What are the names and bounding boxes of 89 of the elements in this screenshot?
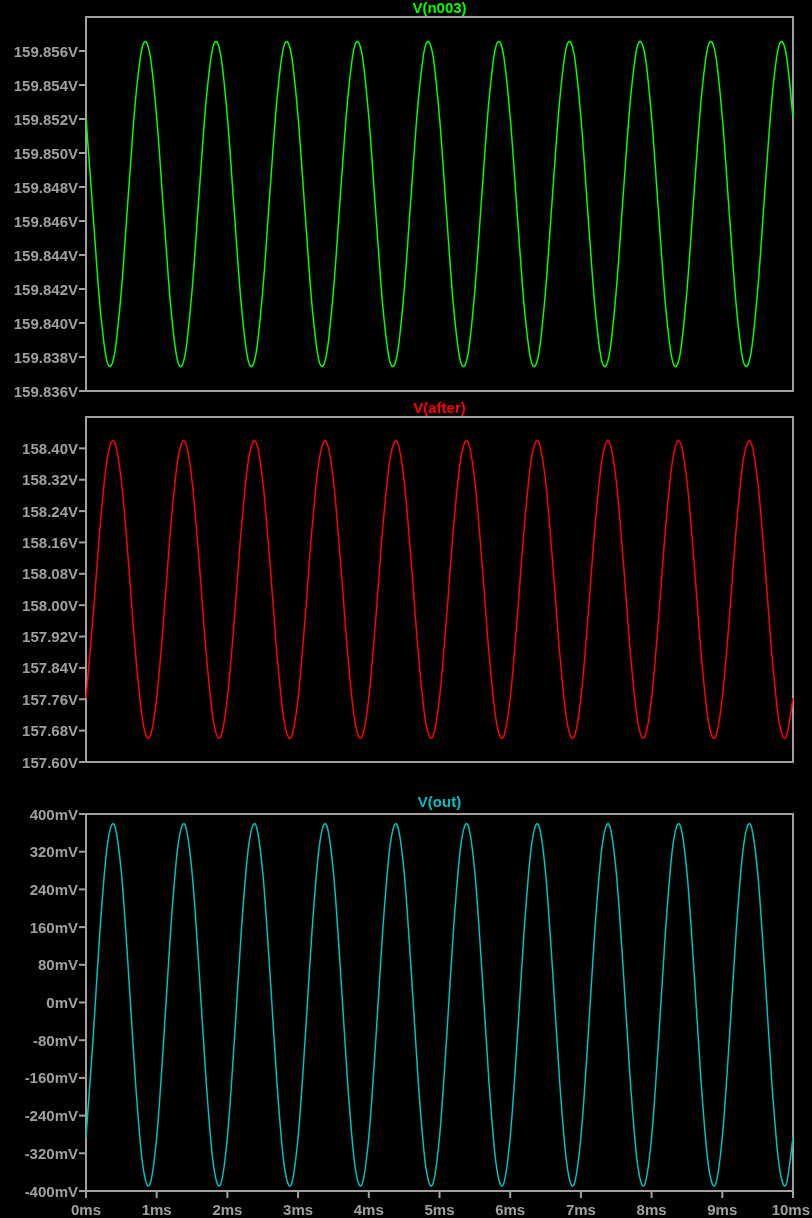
axis-label: -400mV xyxy=(24,1182,78,1200)
tick-mark xyxy=(78,510,87,513)
axis-label: 159.838V xyxy=(13,348,78,366)
tick-mark xyxy=(78,572,87,575)
tick-mark xyxy=(78,390,87,392)
tick-mark xyxy=(721,1190,724,1199)
tick-mark xyxy=(78,50,87,52)
axis-label: 159.840V xyxy=(13,314,78,332)
axis-label: 10ms xyxy=(771,1201,810,1218)
axis-label: 320mV xyxy=(29,843,78,861)
axis-label: 80mV xyxy=(37,956,78,974)
tick-mark xyxy=(78,288,87,290)
axis-label: 159.846V xyxy=(13,212,78,230)
axis-label: 9ms xyxy=(707,1201,738,1218)
axis-label: 0mV xyxy=(46,994,78,1011)
axis-label: 2ms xyxy=(212,1201,243,1218)
trace-title: V(after) xyxy=(413,400,466,415)
tick-mark xyxy=(78,729,87,732)
tick-mark xyxy=(78,850,87,853)
axis-label: 158.16V xyxy=(22,533,78,551)
tick-mark xyxy=(78,447,87,450)
tick-mark xyxy=(78,356,87,358)
axis-label: 7ms xyxy=(565,1201,596,1218)
axis-label: 400mV xyxy=(29,809,78,823)
tick-mark xyxy=(78,1152,87,1155)
tick-mark xyxy=(226,1190,229,1199)
trace-title: V(out) xyxy=(417,794,462,809)
axis-label: 158.08V xyxy=(22,565,78,583)
tick-mark xyxy=(297,1190,300,1199)
axis-label: 5ms xyxy=(424,1201,455,1218)
tick-mark xyxy=(78,1001,87,1004)
axis-label: 6ms xyxy=(495,1201,526,1218)
tick-mark xyxy=(78,698,87,701)
tick-mark xyxy=(579,1190,582,1199)
axis-label: 0ms xyxy=(71,1201,101,1218)
tick-mark xyxy=(78,254,87,256)
tick-mark xyxy=(78,541,87,544)
trace-title: V(n003) xyxy=(412,0,467,15)
tick-mark xyxy=(78,478,87,481)
tick-mark xyxy=(78,635,87,638)
tick-mark xyxy=(78,963,87,966)
tick-mark xyxy=(792,1190,794,1199)
tick-mark xyxy=(78,152,87,154)
tick-mark xyxy=(438,1190,441,1199)
axis-label: 3ms xyxy=(283,1201,314,1218)
tick-mark xyxy=(78,926,87,929)
tick-mark xyxy=(650,1190,653,1199)
axis-label: 158.40V xyxy=(22,439,78,457)
tick-mark xyxy=(78,84,87,86)
tick-mark xyxy=(78,813,87,815)
axis-label: -160mV xyxy=(24,1069,78,1087)
axis-label: 159.842V xyxy=(13,280,78,298)
axis-label: 157.60V xyxy=(22,753,78,770)
axis-label: 8ms xyxy=(636,1201,667,1218)
axis-label: 157.68V xyxy=(22,722,78,740)
axis-label: 157.84V xyxy=(22,659,78,677)
axis-label: 159.856V xyxy=(13,42,78,60)
axis-label: 158.24V xyxy=(22,502,78,520)
tick-mark xyxy=(78,888,87,891)
tick-mark xyxy=(78,220,87,222)
axis-label: 159.854V xyxy=(13,76,78,94)
tick-mark xyxy=(78,1114,87,1117)
axis-label: 158.32V xyxy=(22,471,78,489)
axis-label: 160mV xyxy=(29,918,78,936)
axis-label: 159.852V xyxy=(13,110,78,128)
tick-mark xyxy=(509,1190,512,1199)
axis-label: -80mV xyxy=(32,1031,78,1049)
axis-label: 4ms xyxy=(353,1201,384,1218)
axis-label: 159.848V xyxy=(13,178,78,196)
axis-label: 159.844V xyxy=(13,246,78,264)
axis-label: 1ms xyxy=(141,1201,172,1218)
axis-label: 158.00V xyxy=(22,596,78,614)
tick-mark xyxy=(155,1190,158,1199)
tick-mark xyxy=(78,604,87,607)
tick-mark xyxy=(367,1190,370,1199)
tick-mark xyxy=(78,322,87,324)
axis-label: 157.76V xyxy=(22,690,78,708)
axis-label: 159.836V xyxy=(13,382,78,399)
tick-mark xyxy=(78,1076,87,1079)
tick-mark xyxy=(78,666,87,669)
tick-mark xyxy=(78,118,87,120)
axis-label: 157.92V xyxy=(22,628,78,646)
axis-label: 159.850V xyxy=(13,144,78,162)
tick-mark xyxy=(78,186,87,188)
axis-label: -240mV xyxy=(24,1107,78,1125)
axis-label: 240mV xyxy=(29,880,78,898)
tick-mark xyxy=(78,1039,87,1042)
tick-mark xyxy=(78,761,87,763)
axis-label: -320mV xyxy=(24,1144,78,1162)
